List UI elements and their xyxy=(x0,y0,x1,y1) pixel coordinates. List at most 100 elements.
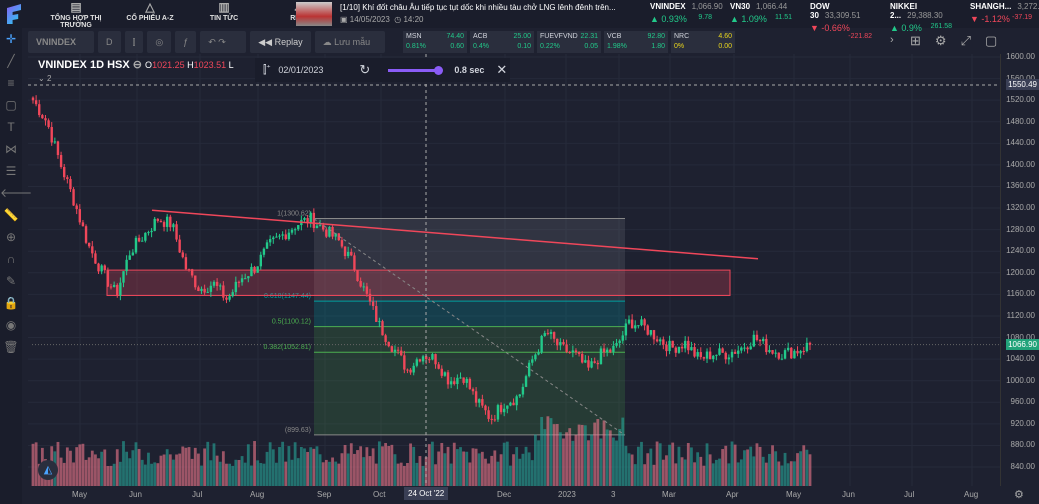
candle xyxy=(209,285,213,292)
candle xyxy=(91,246,94,254)
volume-bar xyxy=(178,453,182,486)
candle xyxy=(761,338,765,342)
candle xyxy=(203,288,206,293)
volume-bar xyxy=(318,454,322,486)
volume-bar xyxy=(640,441,643,486)
price-tick: 1280.00 xyxy=(1006,224,1035,234)
candle xyxy=(752,334,756,347)
replay-select-bar-icon[interactable]: ⫿⁺ xyxy=(263,64,270,77)
price-tick: 1240.00 xyxy=(1006,246,1035,256)
volume-bar xyxy=(540,416,544,486)
candle xyxy=(412,365,415,373)
price-tick: 1440.00 xyxy=(1006,138,1035,148)
candle xyxy=(240,278,244,283)
candle xyxy=(109,286,113,288)
candle xyxy=(94,253,97,264)
candle xyxy=(187,269,191,271)
candle xyxy=(215,281,219,286)
volume-bar xyxy=(147,452,150,486)
volume-bar xyxy=(509,465,512,486)
volume-bar xyxy=(549,418,553,486)
candle xyxy=(272,237,275,240)
candle xyxy=(777,352,780,359)
volume-bar xyxy=(490,455,494,486)
volume-bar xyxy=(459,447,462,486)
time-axis[interactable]: May Jun Jul Aug Sep Oct Dec 2023 3 Mar Apr May Jun Ju… xyxy=(22,486,1039,504)
volume-bar xyxy=(159,455,163,486)
volume-bar xyxy=(608,430,612,486)
price-axis[interactable]: 1600.001560.001520.001480.001440.001400.… xyxy=(1001,52,1039,486)
candle xyxy=(783,350,787,359)
volume-bar xyxy=(78,444,82,486)
volume-bar xyxy=(468,462,472,486)
volume-bar xyxy=(181,446,185,486)
candle xyxy=(496,405,500,420)
candle xyxy=(468,378,472,390)
candle xyxy=(437,364,440,369)
volume-bar xyxy=(268,442,272,486)
volume-bar xyxy=(796,453,799,486)
candle xyxy=(740,347,743,351)
candle xyxy=(456,377,459,385)
candle xyxy=(318,225,322,227)
candle xyxy=(312,212,316,229)
candle xyxy=(643,319,646,326)
candle xyxy=(222,285,225,298)
volume-bar xyxy=(502,442,506,486)
replay-reset-icon[interactable]: ↻ xyxy=(359,62,370,78)
candle xyxy=(459,377,462,379)
volume-bar xyxy=(749,446,753,486)
volume-bar xyxy=(287,446,291,486)
candle xyxy=(724,352,727,360)
candle xyxy=(253,266,256,273)
crosshair-date-label: 24 Oct '22 xyxy=(404,487,449,500)
candle xyxy=(72,189,75,206)
legend-collapse[interactable]: ⌄ 2 xyxy=(38,74,234,83)
candle xyxy=(565,344,568,352)
price-tick: 1160.00 xyxy=(1006,289,1035,299)
candle xyxy=(727,357,731,360)
volume-bar xyxy=(752,456,756,486)
volume-bar xyxy=(140,459,144,486)
price-tick: 880.00 xyxy=(1010,440,1035,450)
candle xyxy=(81,222,85,227)
volume-bar xyxy=(81,443,85,486)
time-tick: May xyxy=(786,490,802,499)
candle xyxy=(178,239,181,253)
candle xyxy=(384,335,387,342)
volume-bar xyxy=(484,458,487,486)
settings-icon[interactable]: ⚙ xyxy=(1014,488,1024,501)
candle xyxy=(537,352,540,355)
volume-bar xyxy=(309,447,313,486)
fib-level-label: 0.5(1100.12) xyxy=(272,319,311,326)
candle xyxy=(546,333,550,335)
volume-bar xyxy=(97,458,100,486)
volume-bar xyxy=(693,462,696,486)
volume-bar xyxy=(253,441,256,486)
volume-bar xyxy=(172,459,175,486)
volume-bar xyxy=(746,449,749,486)
volume-bar xyxy=(690,447,693,486)
candle xyxy=(680,346,684,349)
replay-date[interactable]: 02/01/2023 xyxy=(278,65,323,75)
candle xyxy=(78,209,82,223)
candle xyxy=(431,354,434,360)
candle xyxy=(268,239,272,243)
candle xyxy=(743,347,746,349)
candle xyxy=(593,361,596,363)
candle xyxy=(443,372,447,376)
volume-bar xyxy=(343,444,347,486)
volume-bar xyxy=(109,465,113,486)
volume-bar xyxy=(774,451,778,486)
volume-bar xyxy=(381,446,384,486)
candle xyxy=(802,351,805,353)
candle xyxy=(805,342,809,352)
candle xyxy=(615,343,618,346)
close-icon[interactable]: ✕ xyxy=(496,62,507,78)
volume-bar xyxy=(593,422,597,486)
chart-logo-icon: ◭ xyxy=(38,460,58,480)
price-tick: 1200.00 xyxy=(1006,267,1035,277)
speed-slider[interactable] xyxy=(388,65,443,75)
candle xyxy=(502,408,506,413)
volume-bar xyxy=(736,462,740,486)
